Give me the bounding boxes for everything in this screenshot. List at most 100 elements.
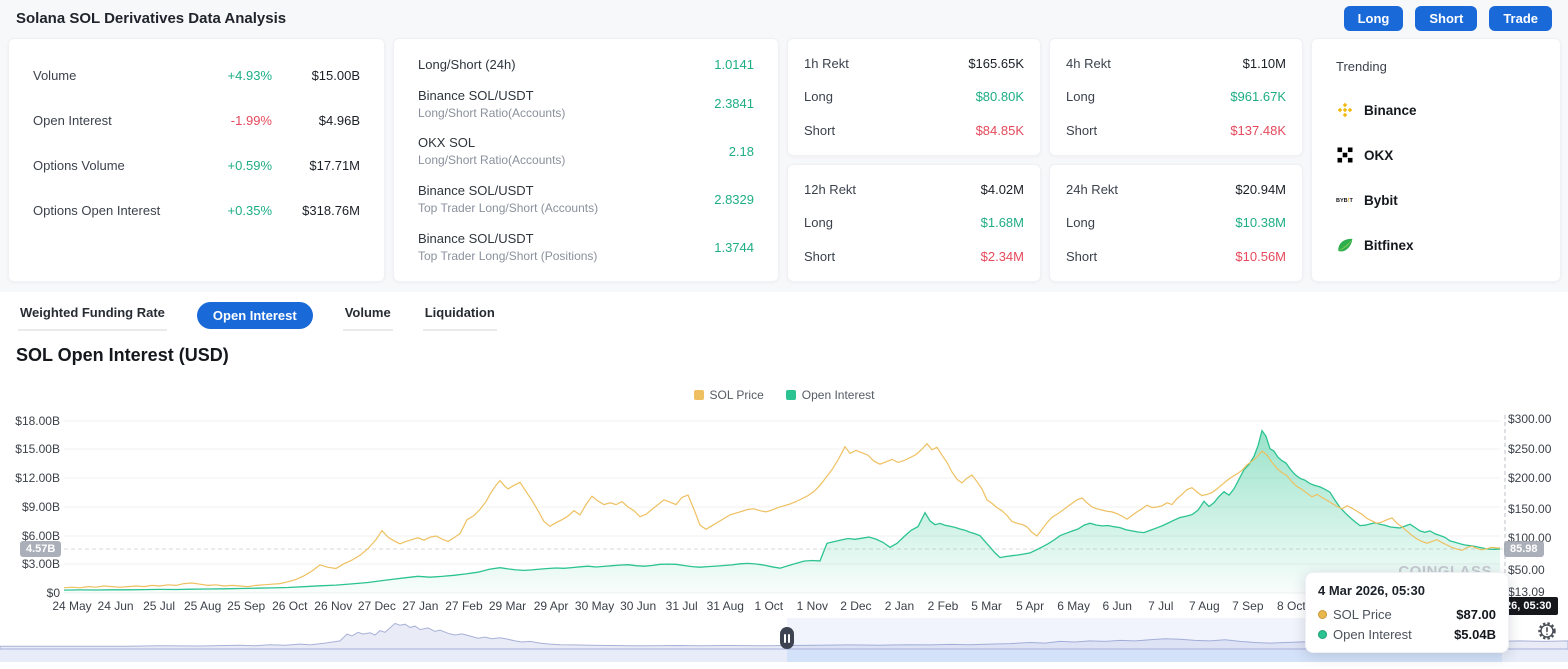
x-tick: 7 Aug [1188,599,1220,613]
svg-text:BYB!T: BYB!T [1336,198,1354,204]
rekt-long-value: $10.38M [1235,215,1286,231]
navigator-left-handle[interactable] [780,627,794,649]
rekt-card-12h: 12h Rekt $4.02M Long $1.68M Short $2.34M [787,164,1041,282]
x-tick: 25 Jul [143,599,176,613]
rekt-long-value: $80.80K [975,89,1024,105]
open-interest-dot-icon [1318,630,1327,639]
stat-row-options-volume: Options Volume +0.59% $17.71M [33,143,360,188]
chart-legend: SOL Price Open Interest [0,388,1568,402]
tab-open-interest[interactable]: Open Interest [196,302,313,329]
y-right-tick: $50.00 [1508,563,1545,577]
trending-name: OKX [1364,147,1394,163]
tab-volume[interactable]: Volume [342,300,393,331]
stat-value: $4.96B [318,113,360,128]
x-tick: 2 Jan [884,599,915,613]
short-button[interactable]: Short [1415,5,1478,31]
rekt-short-value: $2.34M [980,248,1024,264]
tooltip-value: $87.00 [1456,607,1496,622]
y-left-tick: $18.00B [15,414,60,428]
rekt-long-value: $961.67K [1230,89,1286,105]
ratio-value: 2.8329 [714,191,754,207]
x-tick: 1 Nov [796,599,829,613]
open-interest-swatch-icon [785,390,796,400]
ratio-row: OKX SOL Long/Short Ratio(Accounts) 2.18 [418,135,754,167]
tooltip-row-open-interest: Open Interest $5.04B [1318,627,1496,642]
x-tick: 30 Jun [620,599,657,613]
rekt-long-label: Long [804,215,833,231]
legend-item-open-interest[interactable]: Open Interest [785,388,874,402]
y-left-tick: $3.00B [21,557,60,571]
chart-tabs: Weighted Funding Rate Open Interest Volu… [18,300,497,331]
rekt-long-label: Long [804,89,833,105]
x-tick: 5 Apr [1016,599,1045,613]
x-tick: 7 Sep [1232,599,1264,613]
y-axis-right: $300.00 $250.00 $200.00 $150.00 $100.00 $50.0… [1508,0,1568,669]
long-short-ratio-card: Long/Short (24h) 1.0141 Binance SOL/USDT… [393,38,779,282]
rekt-title: 1h Rekt [804,56,849,72]
x-tick: 27 Dec [357,599,396,613]
ratio-row: Binance SOL/USDT Long/Short Ratio(Accoun… [418,88,754,120]
ratio-sublabel: Long/Short Ratio(Accounts) [418,105,566,120]
y-left-tick: $0 [46,586,60,600]
ratio-label: Long/Short (24h) [418,56,516,72]
rekt-long-label: Long [1066,215,1095,231]
trending-name: Bitfinex [1364,237,1414,253]
ratio-label: Binance SOL/USDT [418,231,534,247]
trending-item-binance[interactable]: Binance [1336,101,1536,119]
rekt-card-24h: 24h Rekt $20.94M Long $10.38M Short $10.56M [1049,164,1303,282]
stat-change: -1.99% [230,113,272,128]
volume-stats-card: Volume +4.93% $15.00B Open Interest -1.9… [8,38,385,282]
stat-value: $318.76M [302,203,360,218]
rekt-total: $4.02M [980,182,1024,198]
ratio-row: Long/Short (24h) 1.0141 [418,57,754,72]
rekt-long-label: Long [1066,89,1095,105]
bitfinex-logo-icon [1336,236,1354,254]
trending-item-bybit[interactable]: BYB!T Bybit [1336,191,1536,209]
x-tick: 24 Jun [97,599,134,613]
x-tick: 26 Oct [272,599,308,613]
rekt-short-value: $84.85K [975,122,1024,138]
y-axis-left: $18.00B $15.00B $12.00B $9.00B $6.00B $3.00B $… [0,0,60,669]
x-tick: 5 Mar [971,599,1002,613]
long-button[interactable]: Long [1343,5,1404,31]
rekt-short-label: Short [804,248,836,264]
ratio-label: OKX SOL [418,135,476,151]
x-tick: 2 Dec [840,599,872,613]
trending-name: Binance [1364,102,1417,118]
stat-value: $15.00B [311,68,360,83]
trending-item-okx[interactable]: OKX [1336,146,1536,164]
y-left-tick: $12.00B [15,471,60,485]
x-tick: 29 Mar [488,599,527,613]
stat-row-volume: Volume +4.93% $15.00B [33,53,360,98]
x-tick: 25 Aug [183,599,222,613]
x-tick: 29 Apr [533,599,569,613]
x-tick: 6 Jun [1102,599,1132,613]
rekt-title: 12h Rekt [804,182,857,198]
tooltip-value: $5.04B [1454,627,1496,642]
stat-cards-row: Volume +4.93% $15.00B Open Interest -1.9… [8,38,1561,282]
rekt-cards-grid: 1h Rekt $165.65K Long $80.80K Short $84.85K… [787,38,1303,282]
chart-series [63,429,1501,593]
ratio-value: 1.3744 [714,239,754,255]
x-tick: 27 Feb [445,599,483,613]
y-right-tick: $250.00 [1508,442,1552,456]
trending-item-bitfinex[interactable]: Bitfinex [1336,236,1536,254]
legend-item-sol-price[interactable]: SOL Price [693,388,764,402]
rekt-title: 4h Rekt [1066,56,1111,72]
trending-name: Bybit [1364,192,1398,208]
ratio-label: Binance SOL/USDT [418,183,534,199]
tab-liquidation[interactable]: Liquidation [422,300,497,331]
header: Solana SOL Derivatives Data Analysis Lon… [0,0,1568,36]
y-right-tick: $150.00 [1508,502,1552,516]
rekt-card-1h: 1h Rekt $165.65K Long $80.80K Short $84.85K [787,38,1041,156]
rekt-short-label: Short [804,122,836,138]
y-right-tick: $300.00 [1508,412,1552,426]
settings-gear-icon[interactable] [1536,620,1558,642]
stat-row-open-interest: Open Interest -1.99% $4.96B [33,98,360,143]
open-interest-current-badge: 4.57B [20,541,62,557]
x-tick: 30 May [574,599,615,613]
stat-value: $17.71M [309,158,360,173]
tooltip-date: 4 Mar 2026, 05:30 [1318,583,1425,598]
x-tick: 8 Oct [1277,599,1306,613]
y-right-tick: $200.00 [1508,471,1552,485]
